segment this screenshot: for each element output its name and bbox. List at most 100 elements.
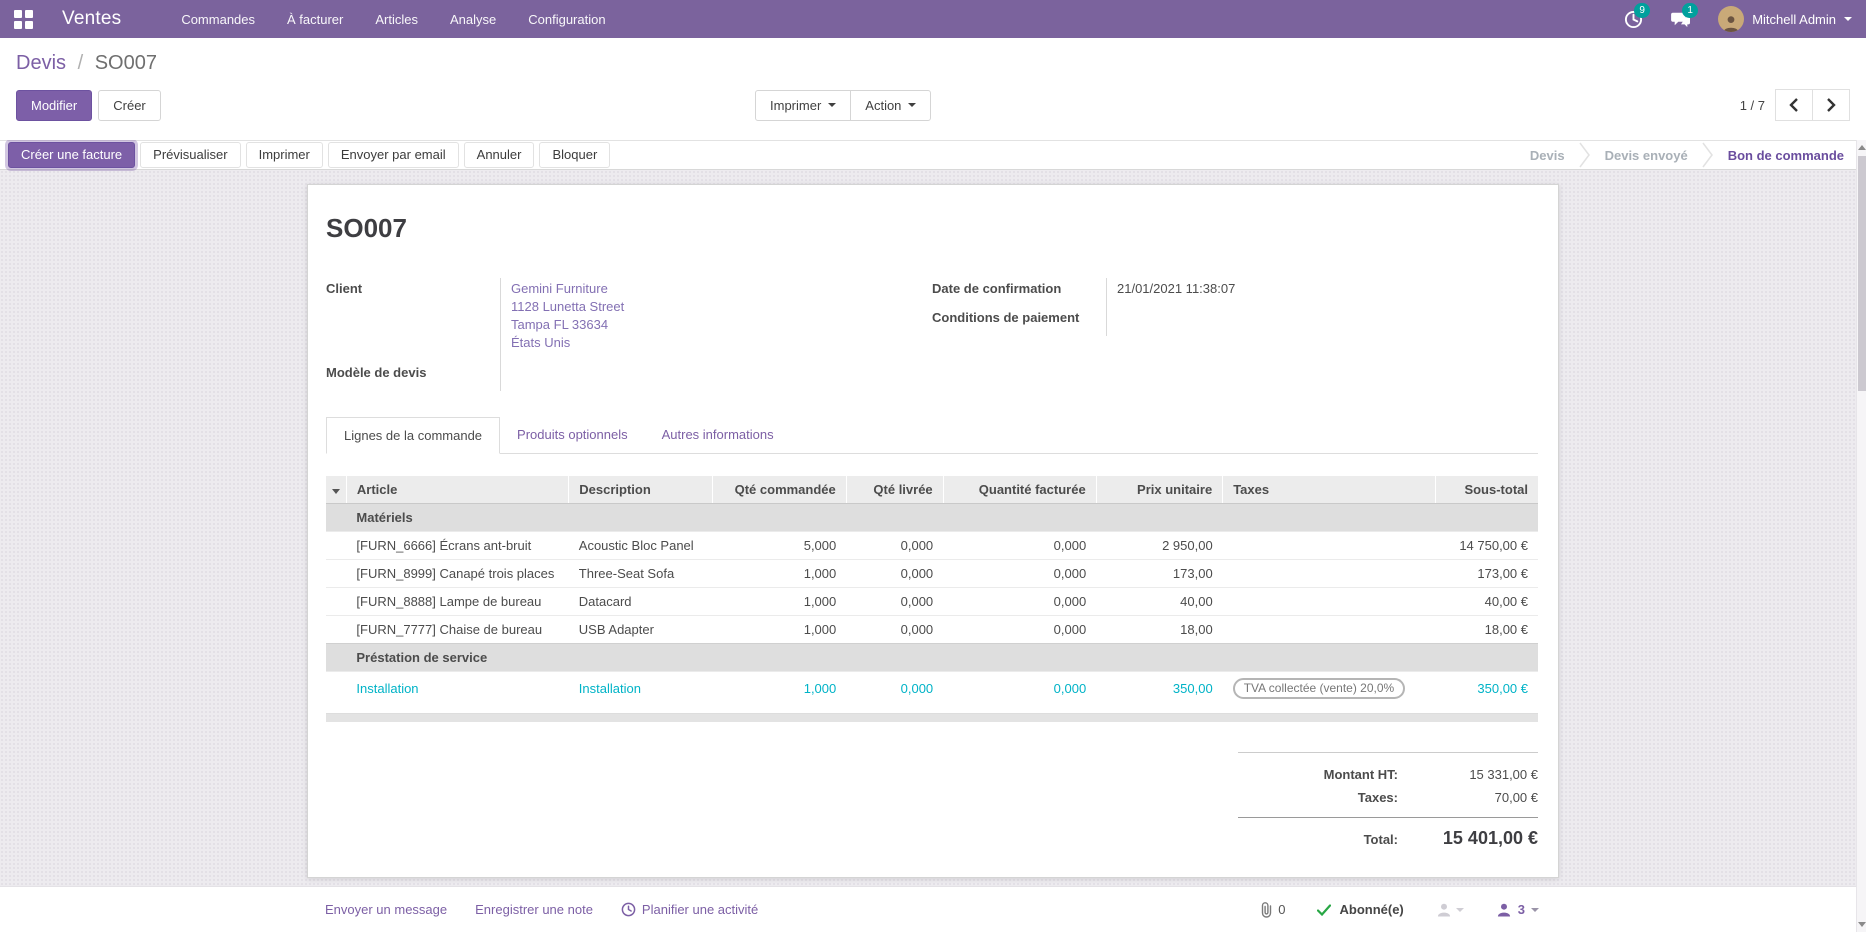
nav-menus: Commandes À facturer Articles Analyse Co… xyxy=(181,12,605,27)
status-step-devis-envoye[interactable]: Devis envoyé xyxy=(1605,148,1688,163)
print-button[interactable]: Imprimer xyxy=(246,142,323,168)
section-row-materiels[interactable]: Matériels xyxy=(326,504,1538,532)
preview-button[interactable]: Prévisualiser xyxy=(140,142,240,168)
attachment-count: 0 xyxy=(1278,902,1285,917)
user-menu[interactable]: Mitchell Admin xyxy=(1718,6,1852,32)
quotation-template-value xyxy=(500,362,932,391)
column-header-taxes[interactable]: Taxes xyxy=(1223,476,1436,504)
scrollbar-thumb[interactable] xyxy=(1858,156,1866,391)
cancel-button[interactable]: Annuler xyxy=(464,142,535,168)
client-city[interactable]: Tampa FL 33634 xyxy=(511,316,932,334)
form-sheet: SO007 Client Gemini Furniture 1128 Lunet… xyxy=(307,184,1559,878)
order-lines-table: Article Description Qté commandée Qté li… xyxy=(326,476,1538,705)
cell-article: [FURN_7777] Chaise de bureau xyxy=(346,616,568,644)
print-dropdown-button[interactable]: Imprimer xyxy=(755,90,851,121)
client-value: Gemini Furniture 1128 Lunetta Street Tam… xyxy=(500,278,932,362)
table-row[interactable]: [FURN_8999] Canapé trois places Three-Se… xyxy=(326,560,1538,588)
paperclip-icon xyxy=(1259,902,1273,918)
step-arrow-icon xyxy=(1702,142,1714,168)
column-header-qty-ordered[interactable]: Qté commandée xyxy=(713,476,847,504)
cell-description: USB Adapter xyxy=(569,616,713,644)
nav-menu-articles[interactable]: Articles xyxy=(375,12,418,27)
chevron-down-icon xyxy=(1844,17,1852,21)
action-dropdown-button[interactable]: Action xyxy=(850,90,931,121)
cell-description: Datacard xyxy=(569,588,713,616)
person-icon xyxy=(1436,902,1452,917)
column-header-qty-invoiced[interactable]: Quantité facturée xyxy=(943,476,1096,504)
lock-button[interactable]: Bloquer xyxy=(539,142,610,168)
apps-menu-button[interactable] xyxy=(0,0,46,38)
pager-counter: 1 / 7 xyxy=(1740,98,1765,113)
message-count-badge: 1 xyxy=(1682,3,1698,18)
total-value: 15 401,00 € xyxy=(1398,828,1538,849)
breadcrumb-current: SO007 xyxy=(95,52,157,74)
send-message-link[interactable]: Envoyer un message xyxy=(325,902,447,917)
status-step-bon-de-commande[interactable]: Bon de commande xyxy=(1728,148,1844,163)
follower-avatar-dropdown[interactable] xyxy=(1436,902,1464,917)
client-street[interactable]: 1128 Lunetta Street xyxy=(511,298,932,316)
column-header-article[interactable]: Article xyxy=(346,476,568,504)
client-country[interactable]: États Unis xyxy=(511,334,932,352)
column-header-subtotal[interactable]: Sous-total xyxy=(1436,476,1538,504)
pager-next-button[interactable] xyxy=(1812,89,1850,121)
table-bottom-strip xyxy=(326,713,1538,722)
following-button[interactable]: Abonné(e) xyxy=(1317,902,1403,917)
column-header-description[interactable]: Description xyxy=(569,476,713,504)
log-note-link[interactable]: Enregistrer une note xyxy=(475,902,593,917)
breadcrumb-separator: / xyxy=(72,52,90,74)
chevron-down-icon xyxy=(1456,908,1464,912)
left-field-group: Client Gemini Furniture 1128 Lunetta Str… xyxy=(326,278,932,391)
activity-count-badge: 9 xyxy=(1634,3,1650,18)
top-navbar: Ventes Commandes À facturer Articles Ana… xyxy=(0,0,1866,38)
table-row[interactable]: [FURN_8888] Lampe de bureau Datacard 1,0… xyxy=(326,588,1538,616)
cell-description: Installation xyxy=(569,672,713,706)
user-name: Mitchell Admin xyxy=(1752,12,1836,27)
chevron-right-icon xyxy=(1826,98,1836,112)
activity-menu-button[interactable]: 9 xyxy=(1622,8,1644,30)
client-name-link[interactable]: Gemini Furniture xyxy=(511,280,932,298)
nav-menu-analyse[interactable]: Analyse xyxy=(450,12,496,27)
tab-optional-products[interactable]: Produits optionnels xyxy=(500,417,645,453)
nav-menu-a-facturer[interactable]: À facturer xyxy=(287,12,343,27)
send-email-button[interactable]: Envoyer par email xyxy=(328,142,459,168)
section-row-prestation[interactable]: Préstation de service xyxy=(326,644,1538,672)
notebook-tabs: Lignes de la commande Produits optionnel… xyxy=(326,417,1538,454)
app-name: Ventes xyxy=(62,8,121,30)
table-row-installation[interactable]: Installation Installation 1,000 0,000 0,… xyxy=(326,672,1538,706)
breadcrumb-parent-link[interactable]: Devis xyxy=(16,52,66,74)
nav-menu-commandes[interactable]: Commandes xyxy=(181,12,255,27)
pager-previous-button[interactable] xyxy=(1775,89,1813,121)
taxes-value: 70,00 € xyxy=(1398,790,1538,805)
scrollbar-up-arrow[interactable] xyxy=(1858,145,1866,150)
status-step-devis[interactable]: Devis xyxy=(1530,148,1565,163)
cell-article: [FURN_6666] Écrans ant-bruit xyxy=(346,532,568,560)
column-header-unit-price[interactable]: Prix unitaire xyxy=(1096,476,1223,504)
column-header-qty-delivered[interactable]: Qté livrée xyxy=(846,476,943,504)
cell-article: [FURN_8888] Lampe de bureau xyxy=(346,588,568,616)
scrollbar-down-arrow[interactable] xyxy=(1858,922,1866,927)
tab-other-info[interactable]: Autres informations xyxy=(645,417,791,453)
sort-caret-icon xyxy=(332,489,340,494)
table-row[interactable]: [FURN_7777] Chaise de bureau USB Adapter… xyxy=(326,616,1538,644)
breadcrumb: Devis / SO007 xyxy=(16,48,1850,85)
messages-menu-button[interactable]: 1 xyxy=(1670,8,1692,30)
payment-terms-value xyxy=(1106,307,1538,336)
tax-badge: TVA collectée (vente) 20,0% xyxy=(1233,678,1406,699)
follower-count: 3 xyxy=(1518,902,1525,917)
clock-icon xyxy=(621,902,636,917)
expand-all-toggle[interactable] xyxy=(326,476,346,504)
tab-order-lines[interactable]: Lignes de la commande xyxy=(326,417,500,454)
followers-button[interactable]: 3 xyxy=(1496,902,1539,917)
content-area: SO007 Client Gemini Furniture 1128 Lunet… xyxy=(0,170,1866,886)
create-button[interactable]: Créer xyxy=(98,90,161,121)
table-row[interactable]: [FURN_6666] Écrans ant-bruit Acoustic Bl… xyxy=(326,532,1538,560)
attachments-button[interactable]: 0 xyxy=(1259,902,1285,918)
vertical-scrollbar[interactable] xyxy=(1856,140,1866,932)
quotation-template-label: Modèle de devis xyxy=(326,362,500,391)
edit-button[interactable]: Modifier xyxy=(16,90,92,121)
create-invoice-button[interactable]: Créer une facture xyxy=(8,142,135,168)
schedule-activity-link[interactable]: Planifier une activité xyxy=(621,902,758,917)
chevron-left-icon xyxy=(1789,98,1799,112)
nav-menu-configuration[interactable]: Configuration xyxy=(528,12,605,27)
cell-article: [FURN_8999] Canapé trois places xyxy=(346,560,568,588)
